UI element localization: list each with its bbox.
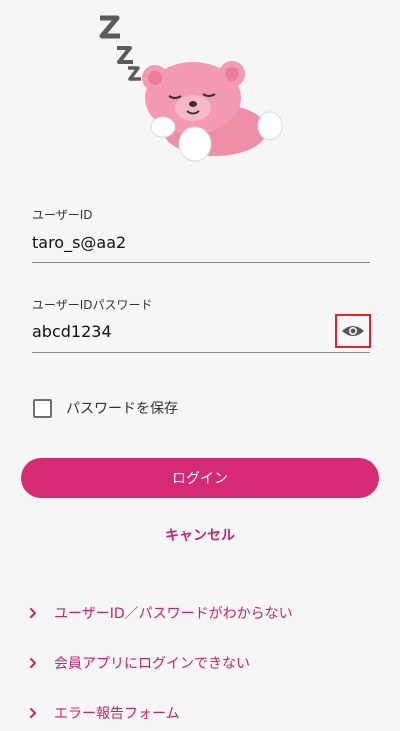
chevron-right-icon: [30, 658, 36, 668]
sleeping-bear-icon: [99, 15, 283, 162]
link-label: 会員アプリにログインできない: [54, 656, 250, 672]
save-password-label: パスワードを保存: [66, 401, 178, 417]
eye-icon: [342, 326, 364, 336]
link-cannot-login[interactable]: 会員アプリにログインできない: [26, 653, 250, 673]
save-password-checkbox[interactable]: [33, 398, 52, 418]
user-id-input[interactable]: taro_s@aa2: [32, 233, 126, 252]
chevron-right-icon: [30, 608, 36, 618]
chevron-right-icon: [30, 708, 36, 718]
password-input[interactable]: abcd1234: [32, 322, 112, 341]
password-visibility-toggle[interactable]: [335, 314, 371, 348]
password-underline: [32, 352, 370, 353]
link-error-report[interactable]: エラー報告フォーム: [26, 703, 180, 723]
link-label: ユーザーID／パスワードがわからない: [54, 606, 293, 622]
user-id-label: ユーザーID: [32, 208, 93, 222]
link-label: エラー報告フォーム: [54, 706, 180, 722]
link-forgot-credentials[interactable]: ユーザーID／パスワードがわからない: [26, 603, 293, 623]
save-password-row[interactable]: パスワードを保存: [33, 398, 178, 418]
user-id-underline: [32, 262, 370, 263]
login-button[interactable]: ログイン: [21, 458, 379, 498]
password-label: ユーザーIDパスワード: [32, 298, 153, 312]
cancel-button[interactable]: キャンセル: [0, 525, 400, 545]
